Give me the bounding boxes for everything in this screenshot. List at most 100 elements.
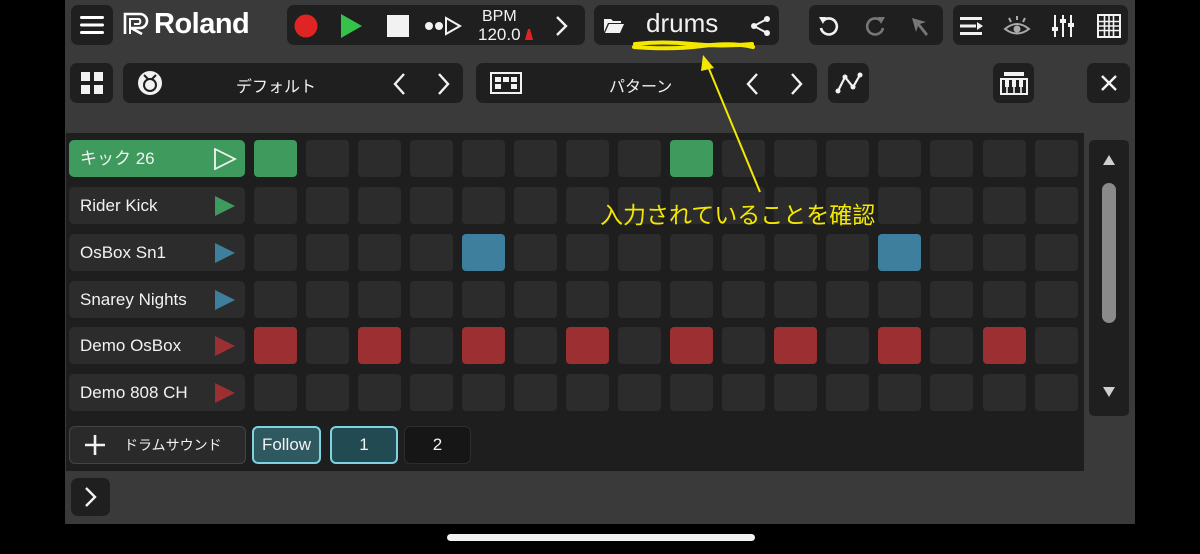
open-folder-button[interactable] [603, 15, 625, 35]
step-cell[interactable] [722, 374, 765, 411]
step-cell[interactable] [983, 140, 1026, 177]
track-row[interactable]: Demo OsBox [69, 327, 245, 364]
home-indicator[interactable] [447, 534, 755, 541]
step-cell[interactable] [670, 234, 713, 271]
step-cell[interactable] [358, 327, 401, 364]
step-cell[interactable] [566, 234, 609, 271]
step-cell[interactable] [722, 327, 765, 364]
step-cell[interactable] [670, 281, 713, 318]
step-cell[interactable] [670, 374, 713, 411]
step-cell[interactable] [826, 281, 869, 318]
step-cell[interactable] [930, 327, 973, 364]
step-cell[interactable] [878, 234, 921, 271]
step-cell[interactable] [462, 140, 505, 177]
kit-next-button[interactable] [433, 71, 455, 97]
redo-button[interactable] [862, 13, 888, 39]
preview-play-icon[interactable] [213, 289, 237, 311]
bpm-display[interactable]: BPM 120.0 [474, 8, 533, 44]
vertical-scrollbar[interactable] [1089, 140, 1129, 416]
step-cell[interactable] [1035, 234, 1078, 271]
kit-prev-button[interactable] [388, 71, 410, 97]
step-cell[interactable] [514, 327, 557, 364]
step-cell[interactable] [514, 234, 557, 271]
step-cell[interactable] [774, 234, 817, 271]
transport-expand-button[interactable] [552, 14, 572, 38]
track-row[interactable]: キック 26 [69, 140, 245, 177]
step-cell[interactable] [410, 281, 453, 318]
step-cell[interactable] [1035, 327, 1078, 364]
step-cell[interactable] [514, 187, 557, 224]
step-cell[interactable] [358, 281, 401, 318]
step-cell[interactable] [358, 374, 401, 411]
step-cell[interactable] [410, 140, 453, 177]
step-cell[interactable] [1035, 140, 1078, 177]
step-cell[interactable] [722, 234, 765, 271]
add-drum-sound-button[interactable]: ドラムサウンド [69, 426, 246, 464]
track-row[interactable]: Rider Kick [69, 187, 245, 224]
step-cell[interactable] [254, 374, 297, 411]
step-cell[interactable] [618, 281, 661, 318]
keyboard-button[interactable] [993, 63, 1034, 103]
step-cell[interactable] [618, 140, 661, 177]
step-cell[interactable] [514, 374, 557, 411]
step-cell[interactable] [878, 140, 921, 177]
close-button[interactable] [1087, 63, 1130, 103]
step-cell[interactable] [462, 281, 505, 318]
step-cell[interactable] [670, 327, 713, 364]
step-cell[interactable] [410, 187, 453, 224]
track-row[interactable]: OsBox Sn1 [69, 234, 245, 271]
step-cell[interactable] [306, 140, 349, 177]
step-cell[interactable] [983, 234, 1026, 271]
step-cell[interactable] [618, 374, 661, 411]
undo-button[interactable] [816, 13, 842, 39]
step-cell[interactable] [566, 281, 609, 318]
step-cell[interactable] [618, 327, 661, 364]
step-input-button[interactable] [423, 15, 463, 37]
step-cell[interactable] [514, 281, 557, 318]
step-cell[interactable] [930, 187, 973, 224]
step-cell[interactable] [1035, 281, 1078, 318]
step-cell[interactable] [410, 374, 453, 411]
step-cell[interactable] [826, 234, 869, 271]
step-cell[interactable] [410, 234, 453, 271]
step-cell[interactable] [306, 281, 349, 318]
step-cell[interactable] [878, 374, 921, 411]
page-2-button[interactable]: 2 [404, 426, 471, 464]
step-cell[interactable] [983, 187, 1026, 224]
step-cell[interactable] [930, 140, 973, 177]
track-row[interactable]: Snarey Nights [69, 281, 245, 318]
step-cell[interactable] [306, 327, 349, 364]
step-cell[interactable] [358, 234, 401, 271]
page-1-button[interactable]: 1 [330, 426, 398, 464]
pattern-next-button[interactable] [786, 71, 808, 97]
scroll-up-icon[interactable] [1102, 154, 1116, 166]
step-cell[interactable] [722, 281, 765, 318]
step-cell[interactable] [983, 281, 1026, 318]
scroll-down-icon[interactable] [1102, 386, 1116, 398]
step-cell[interactable] [618, 234, 661, 271]
play-button[interactable] [337, 12, 365, 40]
step-cell[interactable] [878, 187, 921, 224]
step-cell[interactable] [254, 187, 297, 224]
step-cell[interactable] [462, 187, 505, 224]
preview-play-icon[interactable] [213, 195, 237, 217]
step-cell[interactable] [306, 374, 349, 411]
step-cell[interactable] [878, 281, 921, 318]
step-cell[interactable] [930, 374, 973, 411]
step-cell[interactable] [774, 374, 817, 411]
step-cell[interactable] [566, 327, 609, 364]
follow-toggle[interactable]: Follow [252, 426, 321, 464]
preview-play-icon[interactable] [213, 335, 237, 357]
step-cell[interactable] [826, 140, 869, 177]
step-cell[interactable] [1035, 187, 1078, 224]
step-cell[interactable] [254, 140, 297, 177]
step-cell[interactable] [826, 374, 869, 411]
step-cell[interactable] [983, 374, 1026, 411]
step-cell[interactable] [514, 140, 557, 177]
share-button[interactable] [749, 14, 773, 38]
step-cell[interactable] [358, 140, 401, 177]
record-button[interactable] [293, 13, 319, 39]
select-tool-button[interactable] [907, 13, 933, 39]
step-cell[interactable] [254, 234, 297, 271]
step-cell[interactable] [254, 327, 297, 364]
